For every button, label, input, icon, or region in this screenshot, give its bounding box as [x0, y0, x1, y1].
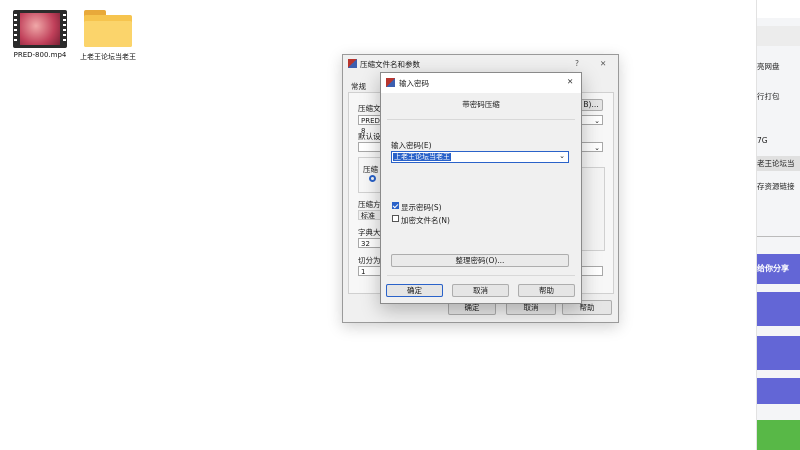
password-dialog: 输入密码 ✕ 带密码压缩 输入密码(E) 上老王论坛当老王 ⌄ 显示密码(S) …	[380, 72, 582, 304]
encrypt-names-checkbox[interactable]	[392, 215, 399, 222]
default-profile-label: 默认设	[358, 132, 381, 141]
password-dialog-title: 输入密码	[399, 79, 429, 88]
method-label: 压缩方	[358, 200, 381, 209]
update-mode-select[interactable]: ⌄	[581, 115, 603, 125]
password-dialog-titlebar[interactable]: 输入密码 ✕	[381, 73, 581, 93]
close-icon[interactable]: ✕	[567, 77, 573, 86]
winrar-logo-icon	[348, 59, 357, 68]
panel-item[interactable]: 亮网盘	[757, 61, 800, 72]
background-app-panel: 亮网盘 行打包 7G 老王论坛当 存资源链接 给你分享	[756, 0, 800, 450]
password-heading: 带密码压缩	[462, 100, 500, 109]
help-icon[interactable]: ?	[575, 59, 579, 68]
format-radio[interactable]	[369, 175, 376, 182]
password-input-value: 上老王论坛当老王	[393, 153, 451, 161]
chevron-down-icon: ⌄	[559, 152, 565, 160]
video-file-icon	[13, 10, 67, 48]
panel-item[interactable]: 行打包	[757, 91, 800, 102]
winrar-logo-icon	[386, 78, 395, 87]
desktop-icon-label: 上老王论坛当老王	[80, 53, 136, 61]
panel-item[interactable]: 老王论坛当	[757, 156, 800, 171]
folder-icon	[82, 8, 134, 50]
desktop-icon-folder[interactable]: 上老王论坛当老王	[76, 8, 140, 62]
show-password-label: 显示密码(S)	[401, 203, 442, 212]
tab-general[interactable]: 常规	[351, 81, 366, 92]
password-help-button[interactable]: 帮助	[518, 284, 575, 297]
password-cancel-button[interactable]: 取消	[452, 284, 509, 297]
password-input-label: 输入密码(E)	[391, 141, 432, 150]
dialog-title: 压缩文件名和参数	[360, 60, 420, 69]
organize-passwords-button[interactable]: 整理密码(O)...	[391, 254, 569, 267]
password-input[interactable]: 上老王论坛当老王 ⌄	[391, 151, 569, 163]
share-banner[interactable]: 给你分享	[757, 254, 800, 284]
browse-button[interactable]: B)...	[579, 99, 603, 111]
split-unit-select[interactable]	[581, 266, 603, 276]
dict-size-label: 字典大	[358, 228, 381, 237]
format-label: 压缩	[363, 165, 378, 174]
split-volume-label: 切分为	[358, 256, 381, 265]
profile-select[interactable]: ⌄	[581, 142, 603, 152]
desktop-icon-video[interactable]: PRED-800.mp4	[8, 10, 72, 60]
desktop-icon-label: PRED-800.mp4	[13, 51, 67, 59]
encrypt-names-label: 加密文件名(N)	[401, 216, 450, 225]
archive-name-label: 压缩文	[358, 104, 381, 113]
chevron-down-icon: ⌄	[594, 117, 600, 125]
password-ok-button[interactable]: 确定	[386, 284, 443, 297]
chevron-down-icon: ⌄	[594, 144, 600, 152]
dialog-titlebar[interactable]: 压缩文件名和参数 ? ✕	[343, 55, 618, 73]
share-label: 给你分享	[757, 264, 789, 273]
show-password-checkbox[interactable]	[392, 202, 399, 209]
close-icon[interactable]: ✕	[600, 59, 606, 68]
panel-item[interactable]: 7G	[757, 136, 800, 145]
panel-item[interactable]: 存资源链接	[757, 181, 800, 192]
